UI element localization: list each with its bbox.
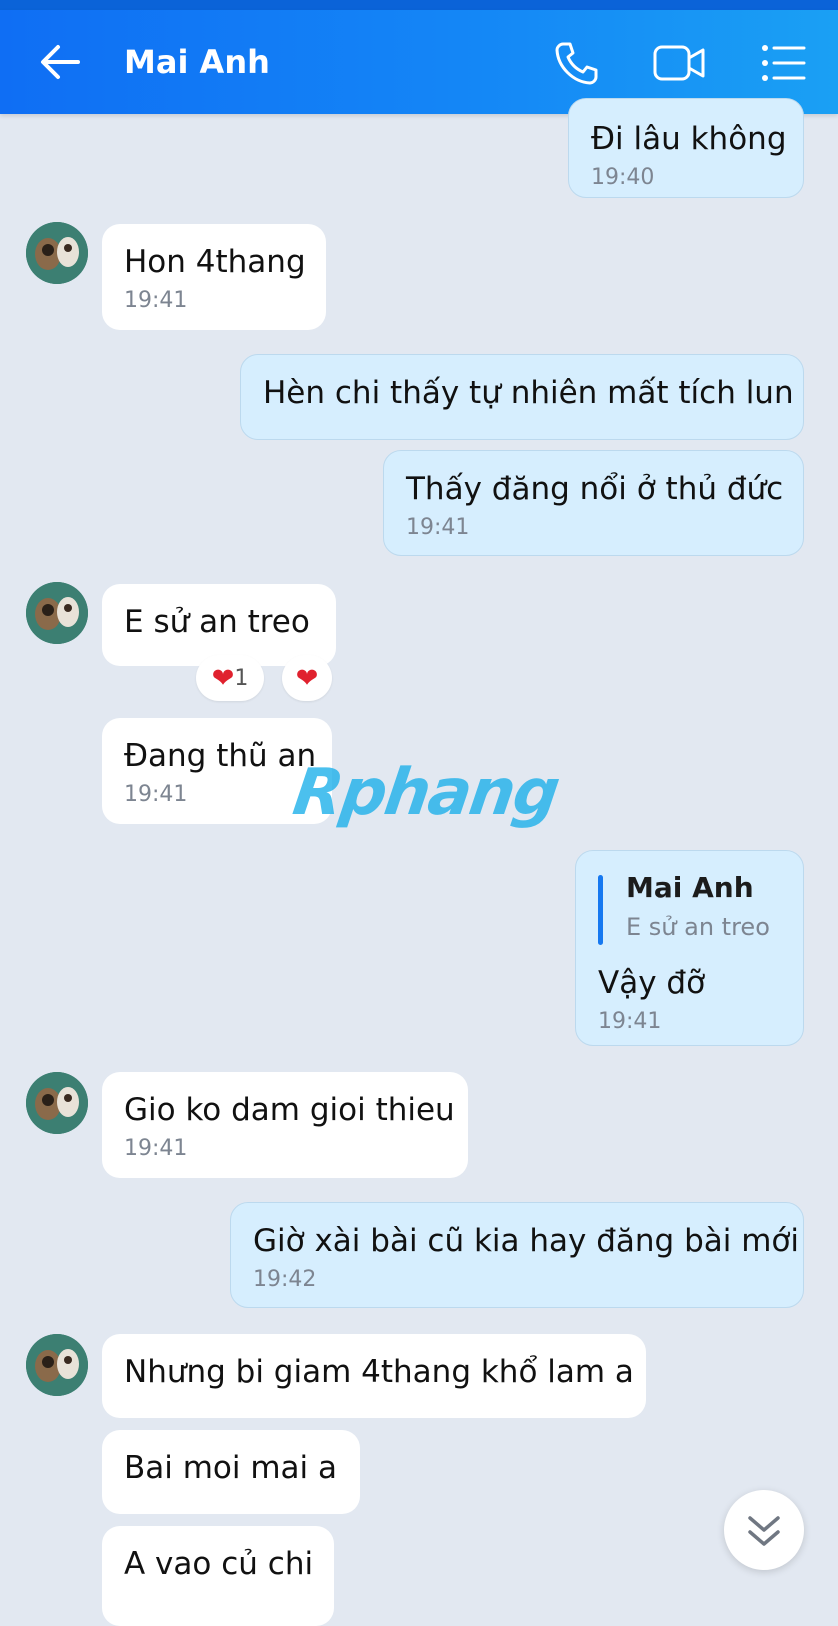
quoted-sender[interactable]: Mai Anh (626, 871, 754, 904)
message-bubble-incoming[interactable]: Bai moi mai a (102, 1430, 360, 1514)
message-time: 19:40 (591, 165, 655, 190)
message-text: Hèn chi thấy tự nhiên mất tích lun (263, 375, 794, 411)
reaction-count: 1 (234, 665, 249, 691)
message-bubble-outgoing[interactable]: Hèn chi thấy tự nhiên mất tích lun (240, 354, 804, 440)
message-time: 19:41 (406, 515, 470, 540)
status-strip (0, 0, 838, 10)
contact-name[interactable]: Mai Anh (124, 40, 270, 84)
message-bubble-outgoing[interactable]: Thấy đăng nổi ở thủ đức 19:41 (383, 450, 804, 556)
contact-avatar[interactable] (26, 1334, 88, 1396)
message-text: E sử an treo (124, 604, 310, 640)
video-call-icon[interactable] (652, 40, 705, 86)
message-time: 19:41 (598, 1009, 662, 1034)
phone-icon[interactable] (552, 40, 600, 86)
message-bubble-incoming[interactable]: Nhưng bi giam 4thang khổ lam a (102, 1334, 646, 1418)
back-arrow-icon[interactable] (36, 40, 86, 84)
message-time: 19:42 (253, 1267, 317, 1292)
contact-avatar[interactable] (26, 582, 88, 644)
message-bubble-incoming[interactable]: E sử an treo (102, 584, 336, 666)
quote-bar (598, 875, 603, 945)
message-text: Đi lâu không (591, 121, 787, 157)
scroll-to-bottom-button[interactable] (724, 1490, 804, 1570)
message-text: A vao củ chi (124, 1546, 314, 1582)
reaction-count-badge[interactable]: ❤ 1 (196, 655, 264, 701)
message-bubble-incoming[interactable]: A vao củ chi (102, 1526, 334, 1626)
add-reaction-button[interactable]: ❤ (282, 655, 332, 701)
message-bubble-incoming[interactable]: Gio ko dam gioi thieu 19:41 (102, 1072, 468, 1178)
message-bubble-incoming[interactable]: Hon 4thang 19:41 (102, 224, 326, 330)
message-text: Bai moi mai a (124, 1450, 338, 1486)
menu-list-icon[interactable] (760, 40, 808, 86)
heart-icon: ❤ (211, 662, 235, 694)
reply-message-bubble[interactable]: Mai Anh E sử an treo Vậy đỡ 19:41 (575, 850, 804, 1046)
message-text: Thấy đăng nổi ở thủ đức (406, 471, 784, 507)
message-time: 19:41 (124, 782, 188, 807)
contact-avatar[interactable] (26, 1072, 88, 1134)
message-text: Gio ko dam gioi thieu (124, 1092, 455, 1128)
message-time: 19:41 (124, 288, 188, 313)
double-chevron-down-icon (748, 1516, 780, 1546)
message-text: Vậy đỡ (598, 965, 706, 1001)
contact-avatar[interactable] (26, 222, 88, 284)
heart-icon: ❤ (295, 662, 319, 694)
watermark-logo: Rphang (288, 756, 563, 830)
message-text: Giờ xài bài cũ kia hay đăng bài mới (253, 1223, 799, 1259)
message-bubble-outgoing[interactable]: Đi lâu không 19:40 (568, 98, 804, 198)
quoted-text[interactable]: E sử an treo (626, 913, 770, 941)
message-text: Hon 4thang (124, 244, 306, 280)
message-text: Đang thũ an (124, 738, 317, 774)
message-text: Nhưng bi giam 4thang khổ lam a (124, 1354, 634, 1390)
message-time: 19:41 (124, 1136, 188, 1161)
message-bubble-outgoing[interactable]: Giờ xài bài cũ kia hay đăng bài mới 19:4… (230, 1202, 804, 1308)
